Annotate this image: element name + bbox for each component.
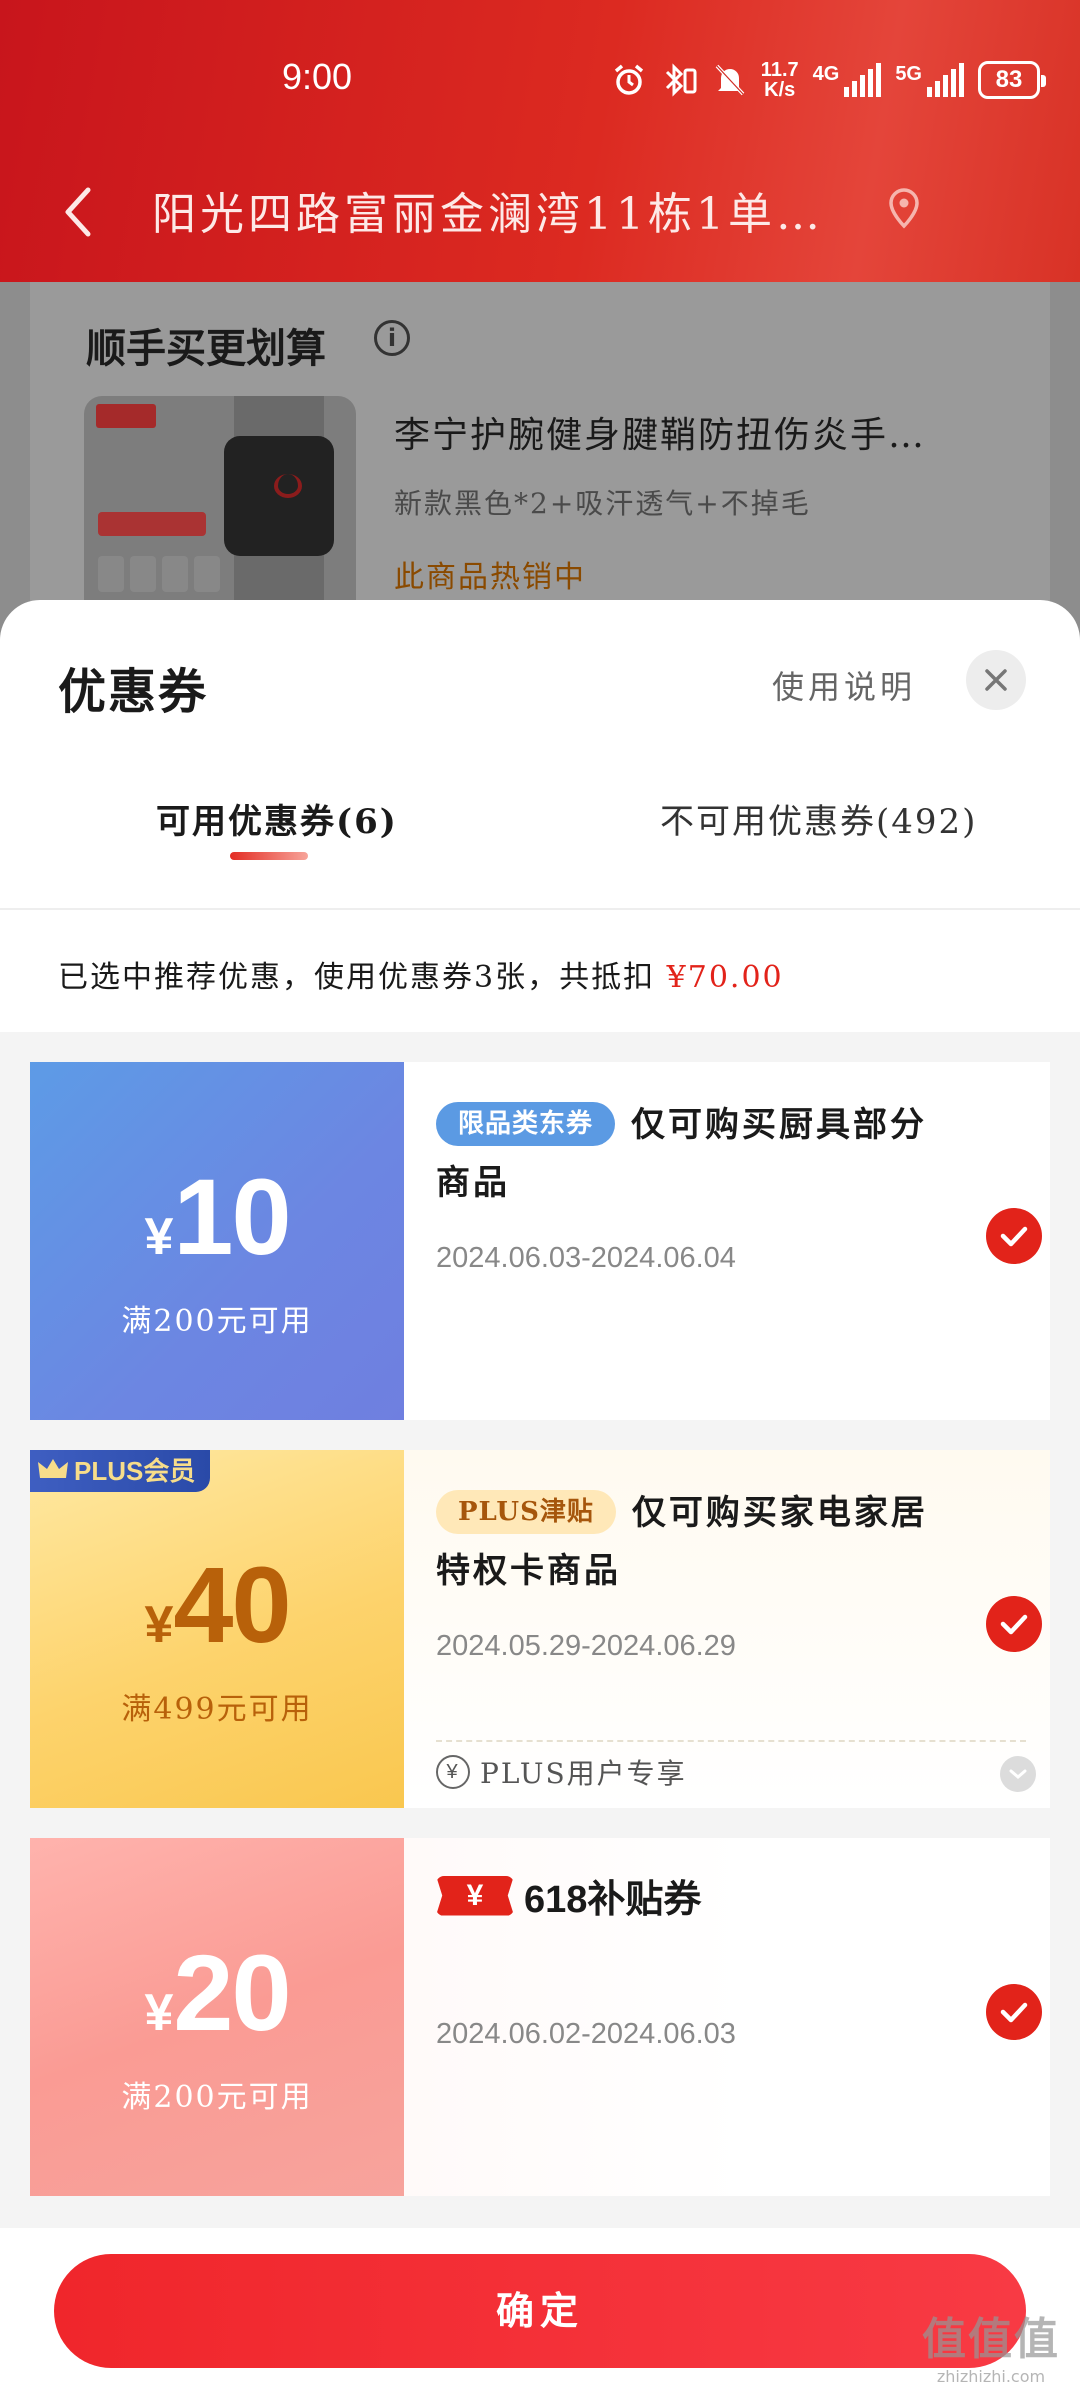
summary-text: 已选中推荐优惠，使用优惠券3张，共抵扣 ¥70.00 [58, 952, 784, 996]
selection-summary: 已选中推荐优惠，使用优惠券3张，共抵扣 ¥70.00 [0, 912, 1080, 1032]
section-title: 顺手买更划算 [86, 326, 326, 372]
brand-logo [96, 404, 156, 428]
site-watermark: 值值值 zhizhizhi.com [922, 2314, 1060, 2386]
product-promo-badge [98, 512, 206, 536]
dashed-divider [436, 1740, 1026, 1742]
coupon-tag: PLUS津贴 [436, 1490, 616, 1534]
yen-circle-icon: ¥ [436, 1755, 470, 1789]
mute-bell-icon [713, 62, 747, 98]
check-icon[interactable] [986, 1596, 1042, 1652]
product-spec: 新款黑色*2+吸汗透气+不掉毛 [394, 487, 811, 520]
location-pin-icon[interactable] [882, 186, 926, 230]
coupon-card[interactable]: ¥40 满499元可用 PLUS会员 PLUS津贴 仅可购买家电家居特权卡商品 2… [30, 1450, 1050, 1808]
product-color-swatches [98, 556, 220, 592]
coupon-detail: ¥ 618补贴券 2024.06.02-2024.06.03 [404, 1838, 1050, 2196]
coupon-date-range: 2024.05.29-2024.06.29 [436, 1630, 736, 1662]
product-status: 此商品热销中 [394, 560, 586, 595]
coupon-date-range: 2024.06.02-2024.06.03 [436, 2018, 736, 2050]
signal-5g-icon: 5G [895, 63, 964, 97]
tab-available[interactable]: 可用优惠券(6) [156, 794, 398, 843]
usage-instructions-link[interactable]: 使用说明 [772, 662, 916, 708]
coupon-list: ¥10 满200元可用 限品类东券 仅可购买厨具部分商品 2024.06.03-2… [0, 1032, 1080, 2232]
sheet-footer: 确定 值值值 zhizhizhi.com [0, 2228, 1080, 2400]
subsidy-title: 618补贴券 [524, 1879, 702, 1921]
net-speed: 11.7 K/s [760, 59, 799, 101]
coupon-value-panel: ¥40 满499元可用 [30, 1450, 404, 1808]
coupon-card[interactable]: ¥10 满200元可用 限品类东券 仅可购买厨具部分商品 2024.06.03-2… [30, 1062, 1050, 1420]
coupon-date-range: 2024.06.03-2024.06.04 [436, 1242, 736, 1274]
coupon-detail: PLUS津贴 仅可购买家电家居特权卡商品 2024.05.29-2024.06.2… [404, 1450, 1050, 1808]
back-icon[interactable] [52, 182, 112, 242]
confirm-button[interactable]: 确定 [54, 2254, 1026, 2368]
crown-icon [38, 1459, 68, 1478]
delivery-address[interactable]: 阳光四路富丽金澜湾11栋1单… [152, 178, 872, 242]
tab-unavailable[interactable]: 不可用优惠券(492) [660, 794, 977, 843]
coupon-value-panel: ¥20 满200元可用 [30, 1838, 404, 2196]
coupon-tag: 限品类东券 [436, 1102, 616, 1146]
signal-4g-icon: 4G [813, 63, 882, 97]
close-button[interactable] [966, 650, 1026, 710]
summary-prefix: 已选中推荐优惠，使用优惠券3张，共抵扣 [58, 960, 656, 995]
subsidy-tag: ¥ 618补贴券 [436, 1868, 701, 1923]
coupon-card[interactable]: ¥20 满200元可用 ¥ 618补贴券 2024.06.02-2024.06.… [30, 1838, 1050, 2196]
coupon-threshold: 满499元可用 [121, 1692, 313, 1727]
coupon-detail: 限品类东券 仅可购买厨具部分商品 2024.06.03-2024.06.04 [404, 1062, 1050, 1420]
coupon-amount: ¥10 [144, 1156, 291, 1277]
plus-member-badge: PLUS会员 [30, 1450, 210, 1492]
chevron-down-icon[interactable] [1000, 1756, 1036, 1792]
alarm-icon [611, 62, 647, 98]
top-header: 9:00 11.7 K/s 4G 5G 83 阳光四路富丽金澜湾11栋1单… [0, 0, 1080, 282]
coupon-sheet: 优惠券 使用说明 可用优惠券(6) 不可用优惠券(492) 已选中推荐优惠，使用… [0, 600, 1080, 2400]
coupon-value-panel: ¥10 满200元可用 [30, 1062, 404, 1420]
subsidy-badge: ¥ [436, 1875, 514, 1916]
product-name[interactable]: 李宁护腕健身腱鞘防扭伤炎手… [394, 406, 984, 458]
info-icon[interactable]: i [374, 320, 410, 356]
product-wristband-graphic [224, 436, 334, 556]
status-bar: 9:00 11.7 K/s 4G 5G 83 [0, 40, 1080, 120]
battery-icon: 83 [978, 61, 1046, 99]
coupon-amount: ¥40 [144, 1544, 291, 1665]
sheet-title: 优惠券 [58, 664, 209, 720]
coupon-amount: ¥20 [144, 1932, 291, 2053]
bluetooth-icon [661, 62, 699, 98]
coupon-tabs: 可用优惠券(6) 不可用优惠券(492) [0, 780, 1080, 910]
coupon-threshold: 满200元可用 [121, 1304, 313, 1339]
product-logo-stripe [274, 474, 302, 498]
close-icon [985, 669, 1007, 691]
status-icons: 11.7 K/s 4G 5G 83 [611, 56, 1046, 104]
product-image[interactable] [84, 396, 356, 626]
check-icon[interactable] [986, 1208, 1042, 1264]
coupon-description: 限品类东券 仅可购买厨具部分商品 [436, 1096, 956, 1212]
summary-amount: ¥70.00 [666, 960, 784, 995]
plus-footer: ¥ PLUS用户专享 [436, 1752, 687, 1792]
status-time: 9:00 [282, 56, 353, 97]
coupon-description: PLUS津贴 仅可购买家电家居特权卡商品 [436, 1484, 956, 1600]
coupon-threshold: 满200元可用 [121, 2080, 313, 2115]
tab-active-indicator [230, 852, 308, 860]
nav-bar: 阳光四路富丽金澜湾11栋1单… [0, 160, 1080, 260]
check-icon[interactable] [986, 1984, 1042, 2040]
